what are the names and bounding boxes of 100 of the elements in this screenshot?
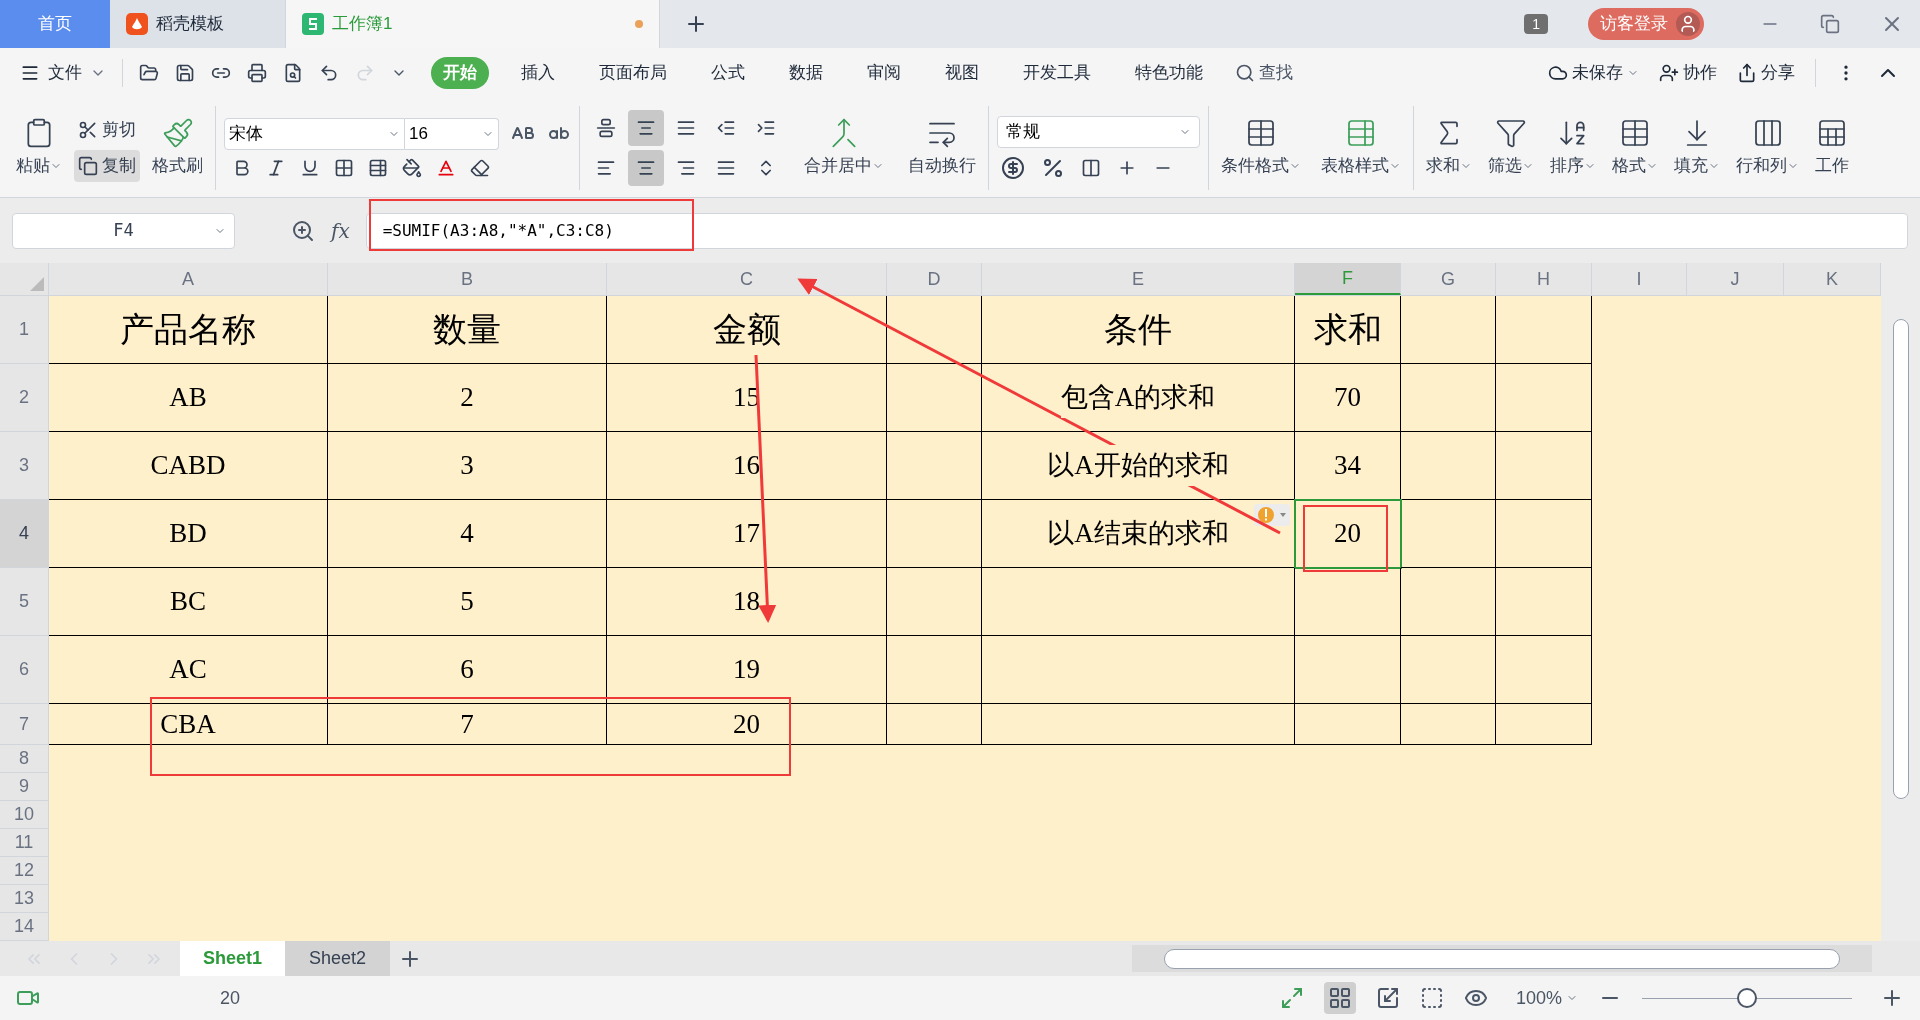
save-icon[interactable] (175, 63, 195, 83)
ribbon-button[interactable]: 求和 (1422, 116, 1476, 179)
table-cell[interactable] (887, 500, 982, 568)
table-cell[interactable]: 19 (607, 636, 887, 704)
table-cell[interactable] (887, 296, 982, 364)
ribbon-tab[interactable]: 数据 (777, 57, 835, 89)
table-cell[interactable] (887, 364, 982, 432)
table-cell[interactable]: 数量 (328, 296, 607, 364)
ribbon-button[interactable]: 格式刷 (148, 116, 207, 179)
ribbon-button[interactable]: 表格样式 (1317, 116, 1405, 179)
vertical-scrollbar[interactable] (1881, 263, 1920, 941)
row-header[interactable]: 10 (0, 801, 49, 829)
ribbon-button[interactable]: 行和列 (1732, 116, 1803, 179)
number-format-field[interactable]: 常规 (997, 115, 1200, 148)
zoom-slider[interactable] (1642, 988, 1852, 1008)
table-cell[interactable]: 包含A的求和 (982, 364, 1295, 432)
cell-style-icon[interactable] (368, 157, 388, 178)
cut-button[interactable]: 剪切 (74, 113, 140, 146)
sheet-tab[interactable]: Sheet1 (180, 941, 285, 976)
table-cell[interactable] (982, 636, 1295, 704)
function-icon[interactable]: fx (331, 215, 350, 246)
ribbon-button[interactable]: 填充 (1670, 116, 1724, 179)
table-cell[interactable]: AC (49, 636, 328, 704)
table-cell[interactable] (887, 636, 982, 704)
font-name-field[interactable]: 宋体 (224, 117, 405, 150)
table-cell[interactable]: CBA (49, 704, 328, 745)
table-cell[interactable] (1401, 296, 1496, 364)
toolbar-action[interactable]: 协作 (1659, 60, 1717, 86)
undo-icon[interactable] (319, 63, 339, 83)
window-count-badge[interactable]: 1 (1524, 14, 1548, 34)
zoom-level-button[interactable]: 100% (1515, 984, 1578, 1012)
borders-icon[interactable] (334, 157, 354, 178)
warning-indicator-icon[interactable] (1254, 504, 1290, 526)
document-tab[interactable]: 稻壳模板 (110, 0, 285, 48)
table-cell[interactable]: 3 (328, 432, 607, 500)
table-cell[interactable] (1496, 432, 1592, 500)
column-header[interactable]: G (1401, 263, 1496, 295)
ribbon-button[interactable]: 排序 (1546, 116, 1600, 179)
table-cell[interactable]: 5 (328, 568, 607, 636)
open-folder-icon[interactable] (139, 63, 159, 83)
name-box[interactable]: F4 (12, 212, 235, 249)
table-cell[interactable]: 6 (328, 636, 607, 704)
row-header[interactable]: 4 (0, 500, 49, 568)
ribbon-tab[interactable]: 视图 (933, 57, 991, 89)
column-header[interactable]: A (49, 263, 328, 295)
ribbon-tab[interactable]: 特色功能 (1123, 57, 1215, 89)
ribbon-button[interactable]: 筛选 (1484, 116, 1538, 179)
table-cell[interactable]: 7 (328, 704, 607, 745)
table-cell[interactable]: 70 (1295, 364, 1401, 432)
eraser-icon[interactable] (470, 157, 490, 178)
ribbon-tab[interactable]: 开发工具 (1011, 57, 1103, 89)
table-cell[interactable] (1295, 568, 1401, 636)
column-header[interactable]: D (887, 263, 982, 295)
row-header[interactable]: 5 (0, 568, 49, 636)
row-header[interactable]: 11 (0, 829, 49, 857)
row-header[interactable]: 3 (0, 432, 49, 500)
table-cell[interactable] (982, 704, 1295, 745)
table-cell[interactable]: AB (49, 364, 328, 432)
column-header[interactable]: H (1496, 263, 1592, 295)
table-cell[interactable] (1401, 636, 1496, 704)
ribbon-button[interactable]: 自动换行 (904, 116, 980, 179)
currency-icon[interactable] (1001, 155, 1025, 180)
toolbar-action[interactable]: 未保存 (1548, 60, 1639, 86)
row-header[interactable]: 14 (0, 913, 49, 941)
table-cell[interactable] (1295, 636, 1401, 704)
table-cell[interactable]: BD (49, 500, 328, 568)
column-header[interactable]: J (1687, 263, 1784, 295)
ribbon-tab[interactable]: 页面布局 (587, 57, 679, 89)
align-button[interactable] (628, 149, 664, 186)
row-header[interactable]: 6 (0, 636, 49, 704)
table-cell[interactable]: 2 (328, 364, 607, 432)
fill-color-icon[interactable] (402, 157, 422, 178)
table-cell[interactable] (1496, 296, 1592, 364)
ribbon-button[interactable]: 工作 (1811, 116, 1853, 179)
table-cell[interactable] (1295, 704, 1401, 745)
zoom-icon[interactable] (291, 218, 315, 243)
table-cell[interactable]: 18 (607, 568, 887, 636)
table-cell[interactable] (1496, 364, 1592, 432)
formula-field[interactable]: =SUMIF(A3:A8,"*A",C3:C8) (365, 212, 1908, 249)
ribbon-button[interactable]: 格式 (1608, 116, 1662, 179)
ribbon-tab[interactable]: 公式 (699, 57, 757, 89)
sheet-tab[interactable]: Sheet2 (285, 941, 390, 976)
table-cell[interactable] (1401, 432, 1496, 500)
table-cell[interactable] (1496, 500, 1592, 568)
table-cell[interactable]: 20 (1295, 500, 1401, 568)
table-cell[interactable] (1401, 364, 1496, 432)
copy-button[interactable]: 复制 (74, 149, 140, 182)
table-cell[interactable] (1496, 704, 1592, 745)
table-cell[interactable] (1401, 704, 1496, 745)
column-header[interactable]: B (328, 263, 607, 295)
printer-icon[interactable] (247, 63, 267, 83)
table-cell[interactable]: 以A开始的求和 (982, 432, 1295, 500)
table-cell[interactable]: 求和 (1295, 296, 1401, 364)
row-header[interactable]: 12 (0, 857, 49, 885)
horizontal-scrollbar[interactable] (1132, 945, 1872, 972)
table-cell[interactable]: 20 (607, 704, 887, 745)
table-cell[interactable] (1401, 568, 1496, 636)
column-header[interactable]: C (607, 263, 887, 295)
table-cell[interactable]: BC (49, 568, 328, 636)
row-header[interactable]: 8 (0, 745, 49, 773)
